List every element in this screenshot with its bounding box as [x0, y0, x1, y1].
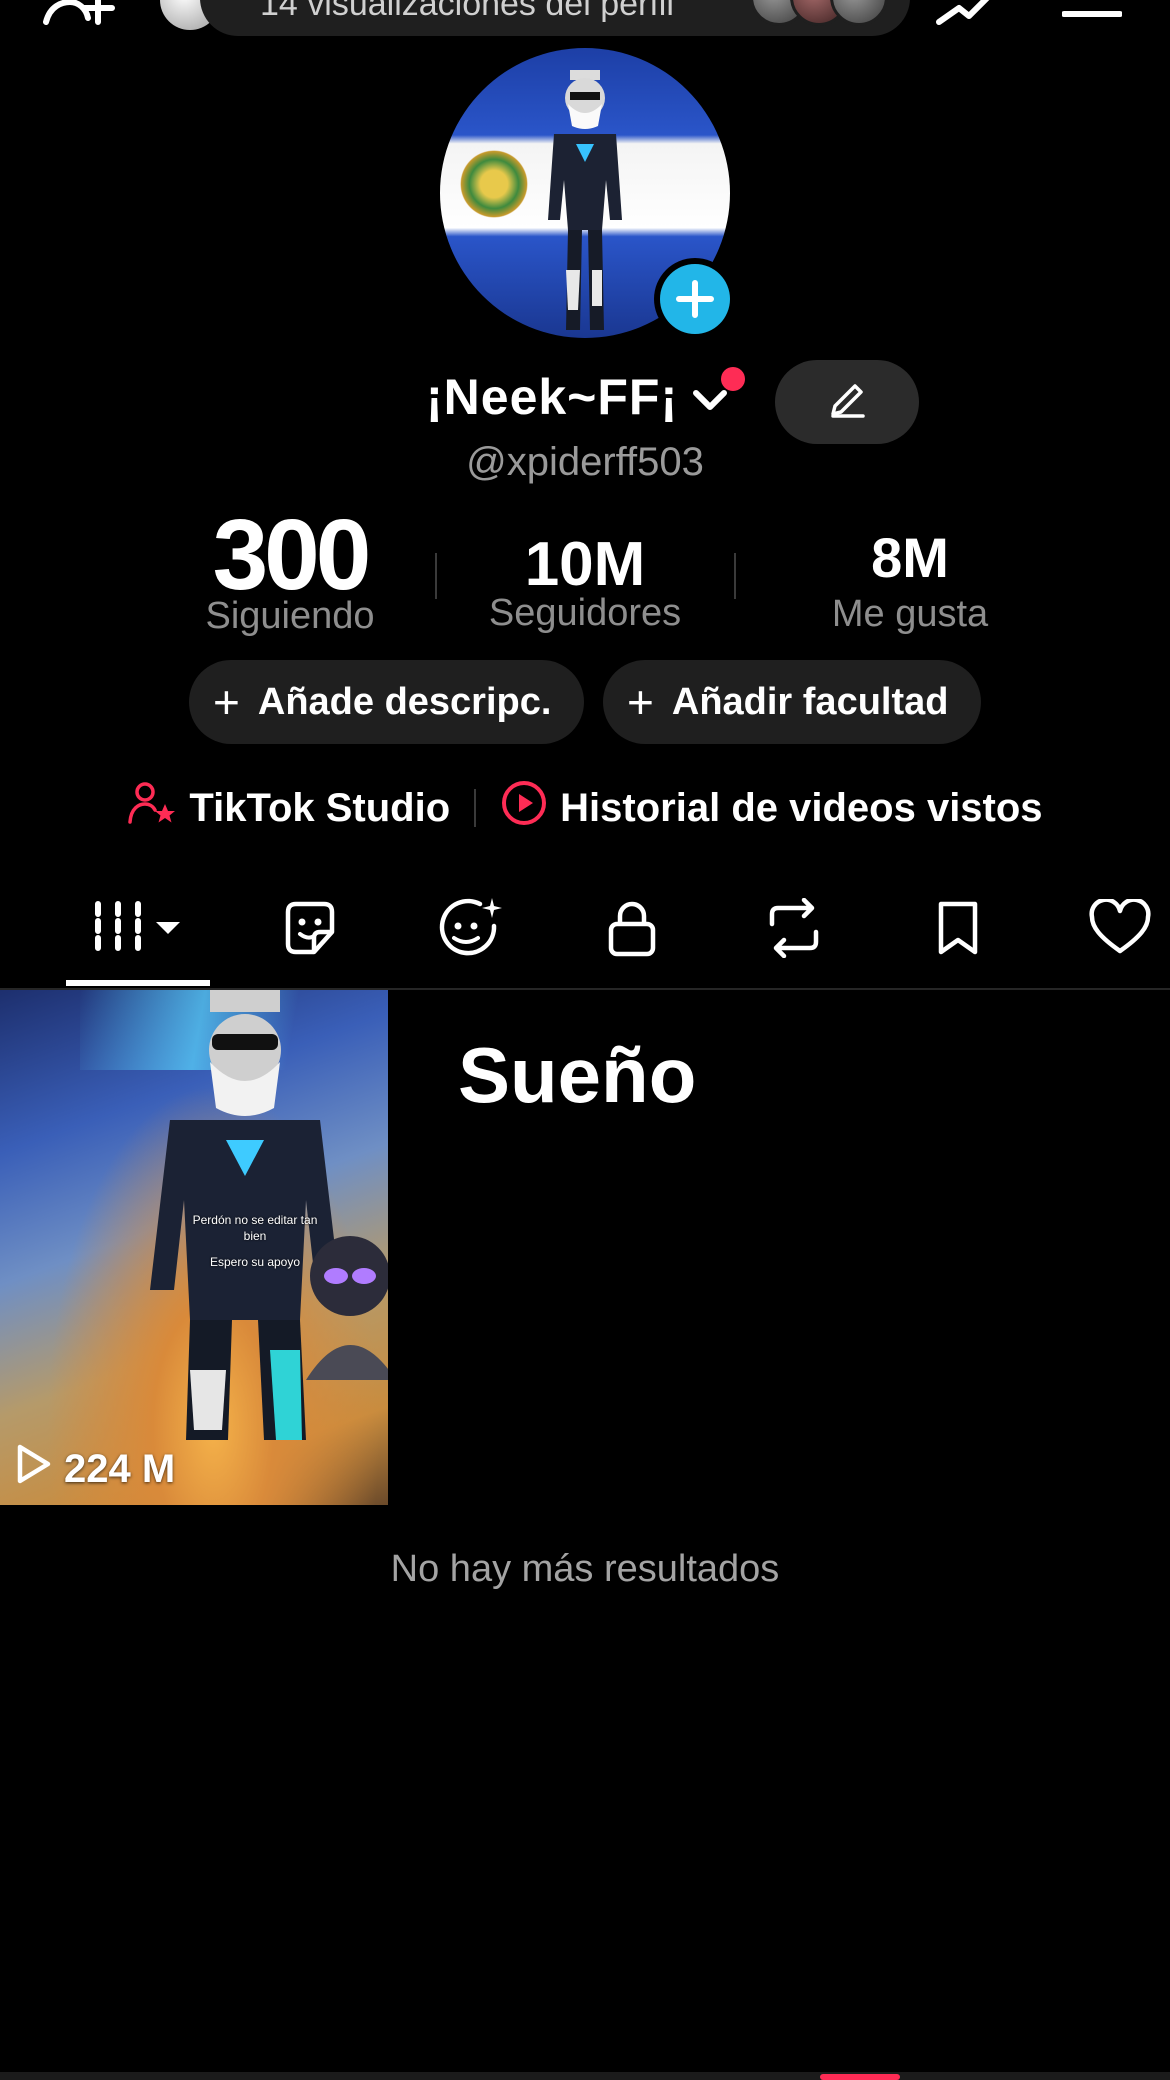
add-faculty-button[interactable]: + Añadir facultad: [603, 660, 981, 744]
tiktok-studio-label: TikTok Studio: [189, 785, 451, 830]
sticker-icon: [280, 898, 340, 963]
tab-effects[interactable]: [430, 880, 510, 980]
end-of-results-message: No hay más resultados: [390, 1548, 780, 1590]
top-bar: 14 visualizaciones del perfil: [0, 0, 1170, 40]
followers-count: 10M: [524, 530, 646, 599]
likes-label: Me gusta: [831, 593, 989, 635]
tab-reposts[interactable]: [754, 880, 834, 980]
profile-tabs: [0, 880, 1170, 990]
following-label: Siguiendo: [205, 595, 375, 637]
tab-stickers[interactable]: [270, 880, 350, 980]
tab-saved[interactable]: [918, 880, 998, 980]
notification-dot: [721, 367, 745, 391]
play-circle-icon: [500, 779, 560, 837]
chevron-down-icon[interactable]: [690, 385, 730, 420]
display-name[interactable]: ¡Neek~FF¡: [426, 368, 678, 426]
watch-history-label: Historial de videos vistos: [560, 785, 1043, 830]
active-tab-indicator: [66, 980, 210, 986]
video-caption-line: Espero su apoyo: [209, 1255, 301, 1269]
username: @xpiderff503: [466, 440, 704, 484]
playlist-title[interactable]: Sueño: [458, 1030, 696, 1121]
video-views-count: 224 M: [64, 1446, 176, 1491]
grid-icon: [90, 900, 186, 961]
add-friend-icon[interactable]: [40, 0, 120, 37]
flag-seal-image: [458, 143, 530, 225]
stat-likes[interactable]: 8M Me gusta: [770, 525, 1050, 636]
video-caption: Perdón no se editar tan bien Espero su a…: [190, 1212, 320, 1270]
bottom-nav-bar: [0, 2072, 1170, 2080]
edit-profile-button[interactable]: [775, 360, 919, 444]
profile-views-pill[interactable]: 14 visualizaciones del perfil: [200, 0, 910, 36]
likes-count: 8M: [871, 526, 949, 589]
link-divider: [474, 789, 477, 827]
creator-star-icon: [127, 780, 189, 836]
profile-views-text: 14 visualizaciones del perfil: [260, 0, 674, 23]
bookmark-icon: [933, 898, 983, 963]
creator-links-row: TikTok Studio Historial de videos vistos: [0, 776, 1170, 840]
stat-followers[interactable]: 10M Seguidores: [470, 530, 700, 635]
tab-videos[interactable]: [66, 880, 210, 980]
add-faculty-label: Añadir facultad: [671, 680, 949, 723]
plus-icon: +: [213, 676, 240, 728]
plus-icon: +: [627, 676, 654, 728]
video-views: 224 M: [16, 1443, 175, 1495]
video-caption-line: Perdón no se editar tan: [192, 1213, 318, 1227]
activity-icon[interactable]: [935, 0, 1005, 37]
viewer-avatar: [830, 0, 888, 26]
stat-divider: [734, 553, 736, 599]
watch-history-link[interactable]: Historial de videos vistos: [500, 779, 1043, 837]
character-figure-image: [548, 70, 622, 330]
create-button-edge[interactable]: [820, 2074, 900, 2080]
followers-label: Seguidores: [488, 592, 682, 634]
video-thumbnail[interactable]: Perdón no se editar tan bien Espero su a…: [0, 990, 388, 1505]
sparkle-face-icon: [436, 896, 504, 965]
stat-following[interactable]: 300 Siguiendo: [160, 505, 420, 638]
tiktok-studio-link[interactable]: TikTok Studio: [127, 780, 450, 836]
play-icon: [16, 1443, 64, 1495]
plus-icon: [660, 264, 730, 334]
viewer-avatars: [750, 0, 888, 26]
repost-icon: [762, 897, 826, 963]
add-avatar-button[interactable]: [654, 258, 736, 340]
lock-icon: [605, 898, 659, 963]
menu-icon[interactable]: [1061, 0, 1123, 37]
add-description-button[interactable]: + Añade descripc.: [189, 660, 584, 744]
pencil-icon: [825, 378, 869, 427]
video-caption-line: bien: [243, 1229, 267, 1243]
tab-liked[interactable]: [1080, 880, 1160, 980]
stat-divider: [435, 553, 437, 599]
following-count: 300: [212, 499, 372, 611]
tab-private[interactable]: [592, 880, 672, 980]
add-description-label: Añade descripc.: [257, 680, 552, 723]
heart-icon: [1088, 897, 1152, 962]
